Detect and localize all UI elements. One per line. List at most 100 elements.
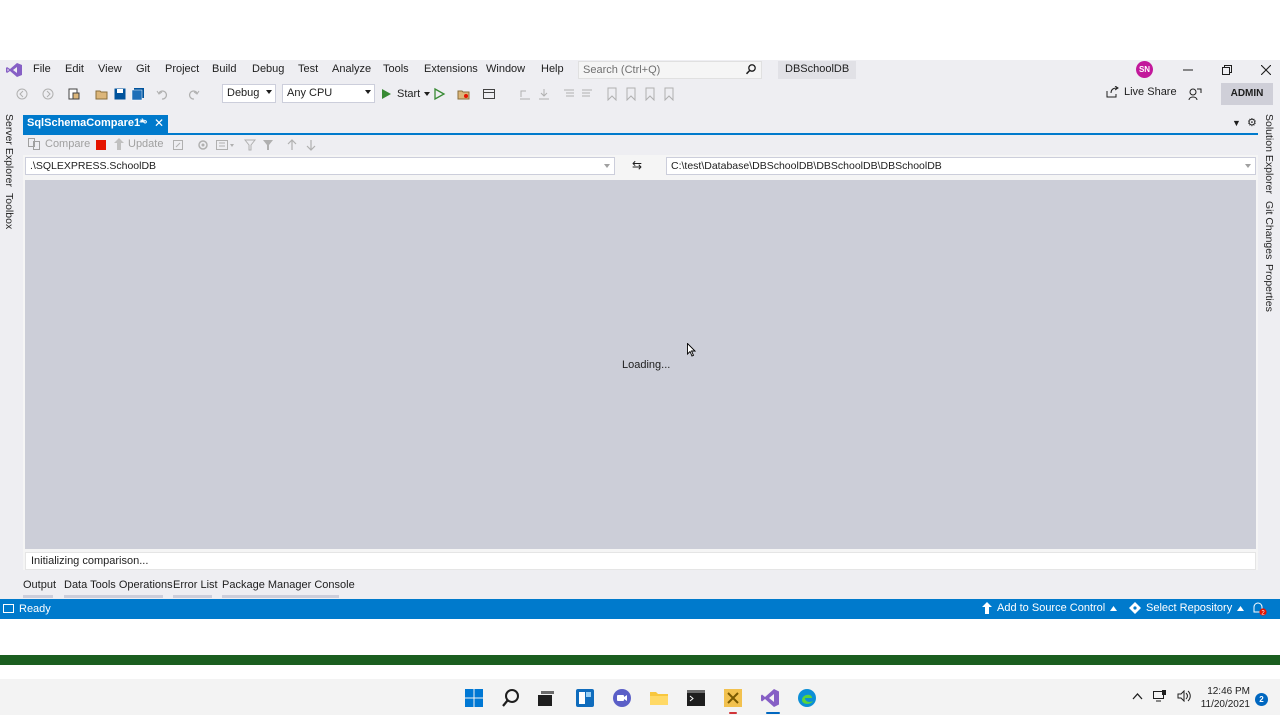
tab-output[interactable]: Output bbox=[23, 579, 56, 591]
navigate-back-icon[interactable] bbox=[15, 87, 29, 101]
user-avatar[interactable]: SN bbox=[1136, 61, 1153, 78]
bookmark-icon[interactable] bbox=[605, 87, 619, 101]
solution-platform-select[interactable]: Any CPU bbox=[282, 84, 375, 103]
network-icon[interactable] bbox=[1153, 690, 1167, 702]
new-project-icon[interactable] bbox=[67, 87, 81, 101]
git-changes-tab[interactable]: Git Changes bbox=[1263, 201, 1275, 259]
status-bar: Ready Add to Source Control Select Repos… bbox=[0, 599, 1280, 619]
file-explorer-icon[interactable] bbox=[649, 688, 669, 708]
target-database-select[interactable]: C:\test\Database\DBSchoolDB\DBSchoolDB\D… bbox=[666, 157, 1256, 175]
tab-data-tools-operations[interactable]: Data Tools Operations bbox=[64, 579, 173, 591]
sql-tools-icon[interactable] bbox=[723, 688, 743, 708]
add-to-source-control-button[interactable]: Add to Source Control bbox=[982, 602, 1118, 614]
stop-icon[interactable] bbox=[96, 140, 106, 150]
close-tab-icon[interactable]: ✕ bbox=[154, 116, 164, 130]
task-view-icon[interactable] bbox=[536, 688, 556, 708]
menu-git[interactable]: Git bbox=[136, 63, 150, 75]
options-gear-icon[interactable] bbox=[197, 139, 209, 151]
volume-icon[interactable] bbox=[1177, 690, 1191, 702]
live-share-label: Live Share bbox=[1124, 86, 1177, 98]
close-window-button[interactable] bbox=[1248, 60, 1280, 80]
menu-debug[interactable]: Debug bbox=[252, 63, 284, 75]
open-file-icon[interactable] bbox=[95, 87, 109, 101]
swap-direction-icon[interactable]: ⇆ bbox=[632, 158, 642, 172]
compare-label: Compare bbox=[45, 138, 91, 150]
save-icon[interactable] bbox=[113, 87, 127, 101]
chevron-up-icon[interactable] bbox=[1132, 692, 1143, 700]
teams-chat-icon[interactable] bbox=[612, 688, 632, 708]
filter-icon[interactable] bbox=[244, 139, 256, 151]
notification-center-badge[interactable]: 2 bbox=[1255, 693, 1268, 706]
toolbox-tab[interactable]: Toolbox bbox=[3, 193, 15, 229]
terminal-icon[interactable] bbox=[686, 688, 706, 708]
notifications-button[interactable]: 2 bbox=[1252, 602, 1268, 619]
output-window-icon[interactable] bbox=[3, 604, 14, 613]
tab-overflow-chevron-icon[interactable]: ▼ bbox=[1232, 118, 1241, 128]
tab-data-tools-underline bbox=[64, 595, 163, 598]
clear-bookmarks-icon[interactable] bbox=[662, 87, 676, 101]
menu-project[interactable]: Project bbox=[165, 63, 199, 75]
source-database-select[interactable]: .\SQLEXPRESS.SchoolDB bbox=[25, 157, 615, 175]
menu-help[interactable]: Help bbox=[541, 63, 564, 75]
compare-button[interactable]: Compare bbox=[28, 138, 90, 150]
update-button[interactable]: Update bbox=[114, 138, 163, 150]
play-icon bbox=[382, 89, 391, 99]
solution-explorer-tab[interactable]: Solution Explorer bbox=[1263, 114, 1275, 194]
solution-configuration-select[interactable]: Debug bbox=[222, 84, 276, 103]
start-without-debugging-icon[interactable] bbox=[432, 87, 446, 101]
comment-icon[interactable] bbox=[562, 87, 576, 101]
group-results-icon[interactable] bbox=[216, 139, 236, 151]
start-debugging-button[interactable]: Start bbox=[380, 86, 431, 102]
menu-build[interactable]: Build bbox=[212, 63, 236, 75]
widgets-icon[interactable] bbox=[575, 688, 595, 708]
menu-test[interactable]: Test bbox=[298, 63, 318, 75]
browse-folder-icon[interactable] bbox=[457, 87, 471, 101]
menu-analyze[interactable]: Analyze bbox=[332, 63, 371, 75]
menu-extensions[interactable]: Extensions bbox=[424, 63, 478, 75]
menu-file[interactable]: File bbox=[33, 63, 51, 75]
save-all-icon[interactable] bbox=[131, 87, 145, 101]
menu-window[interactable]: Window bbox=[486, 63, 525, 75]
step-over-icon[interactable] bbox=[518, 87, 532, 101]
step-into-icon[interactable] bbox=[537, 87, 551, 101]
edge-browser-icon[interactable] bbox=[797, 688, 817, 708]
previous-bookmark-icon[interactable] bbox=[624, 87, 638, 101]
menu-view[interactable]: View bbox=[98, 63, 122, 75]
menu-edit[interactable]: Edit bbox=[65, 63, 84, 75]
feedback-icon[interactable] bbox=[1188, 87, 1202, 101]
generate-script-icon[interactable] bbox=[172, 139, 184, 151]
search-icon[interactable] bbox=[501, 688, 521, 708]
properties-tab[interactable]: Properties bbox=[1263, 264, 1275, 312]
chevron-down-icon bbox=[266, 90, 272, 94]
tab-sql-schema-compare[interactable]: SqlSchemaCompare1* ⊸ ✕ bbox=[23, 115, 168, 133]
next-change-arrow-icon[interactable] bbox=[306, 139, 316, 151]
tab-output-underline bbox=[23, 595, 53, 598]
uncomment-icon[interactable] bbox=[580, 87, 594, 101]
navigate-forward-icon[interactable] bbox=[41, 87, 55, 101]
redo-icon[interactable] bbox=[186, 87, 200, 101]
clear-filter-icon[interactable] bbox=[262, 139, 274, 151]
chevron-down-icon bbox=[365, 90, 371, 94]
gear-icon[interactable]: ⚙ bbox=[1247, 116, 1257, 129]
tab-package-manager-console[interactable]: Package Manager Console bbox=[222, 579, 355, 591]
chevron-down-icon bbox=[424, 92, 431, 96]
menu-tools[interactable]: Tools bbox=[383, 63, 409, 75]
previous-change-arrow-icon[interactable] bbox=[287, 139, 297, 151]
undo-icon[interactable] bbox=[156, 87, 170, 101]
select-repository-button[interactable]: Select Repository bbox=[1129, 602, 1245, 614]
visual-studio-taskbar-icon[interactable] bbox=[760, 688, 780, 708]
repository-label: Select Repository bbox=[1146, 602, 1233, 614]
system-clock[interactable]: 12:46 PM 11/20/2021 bbox=[1196, 685, 1250, 711]
search-input[interactable]: Search (Ctrl+Q) bbox=[578, 61, 762, 79]
solution-name: DBSchoolDB bbox=[778, 61, 857, 79]
visual-studio-logo-icon[interactable] bbox=[6, 63, 22, 77]
server-explorer-tab[interactable]: Server Explorer bbox=[3, 114, 15, 187]
minimize-button[interactable] bbox=[1170, 60, 1206, 80]
live-share-button[interactable]: Live Share bbox=[1106, 86, 1177, 98]
layout-icon[interactable] bbox=[482, 87, 496, 101]
pin-icon[interactable]: ⊸ bbox=[139, 117, 147, 128]
tab-error-list[interactable]: Error List bbox=[173, 579, 218, 591]
restore-button[interactable] bbox=[1209, 60, 1245, 80]
next-bookmark-icon[interactable] bbox=[643, 87, 657, 101]
windows-start-icon[interactable] bbox=[464, 688, 484, 708]
